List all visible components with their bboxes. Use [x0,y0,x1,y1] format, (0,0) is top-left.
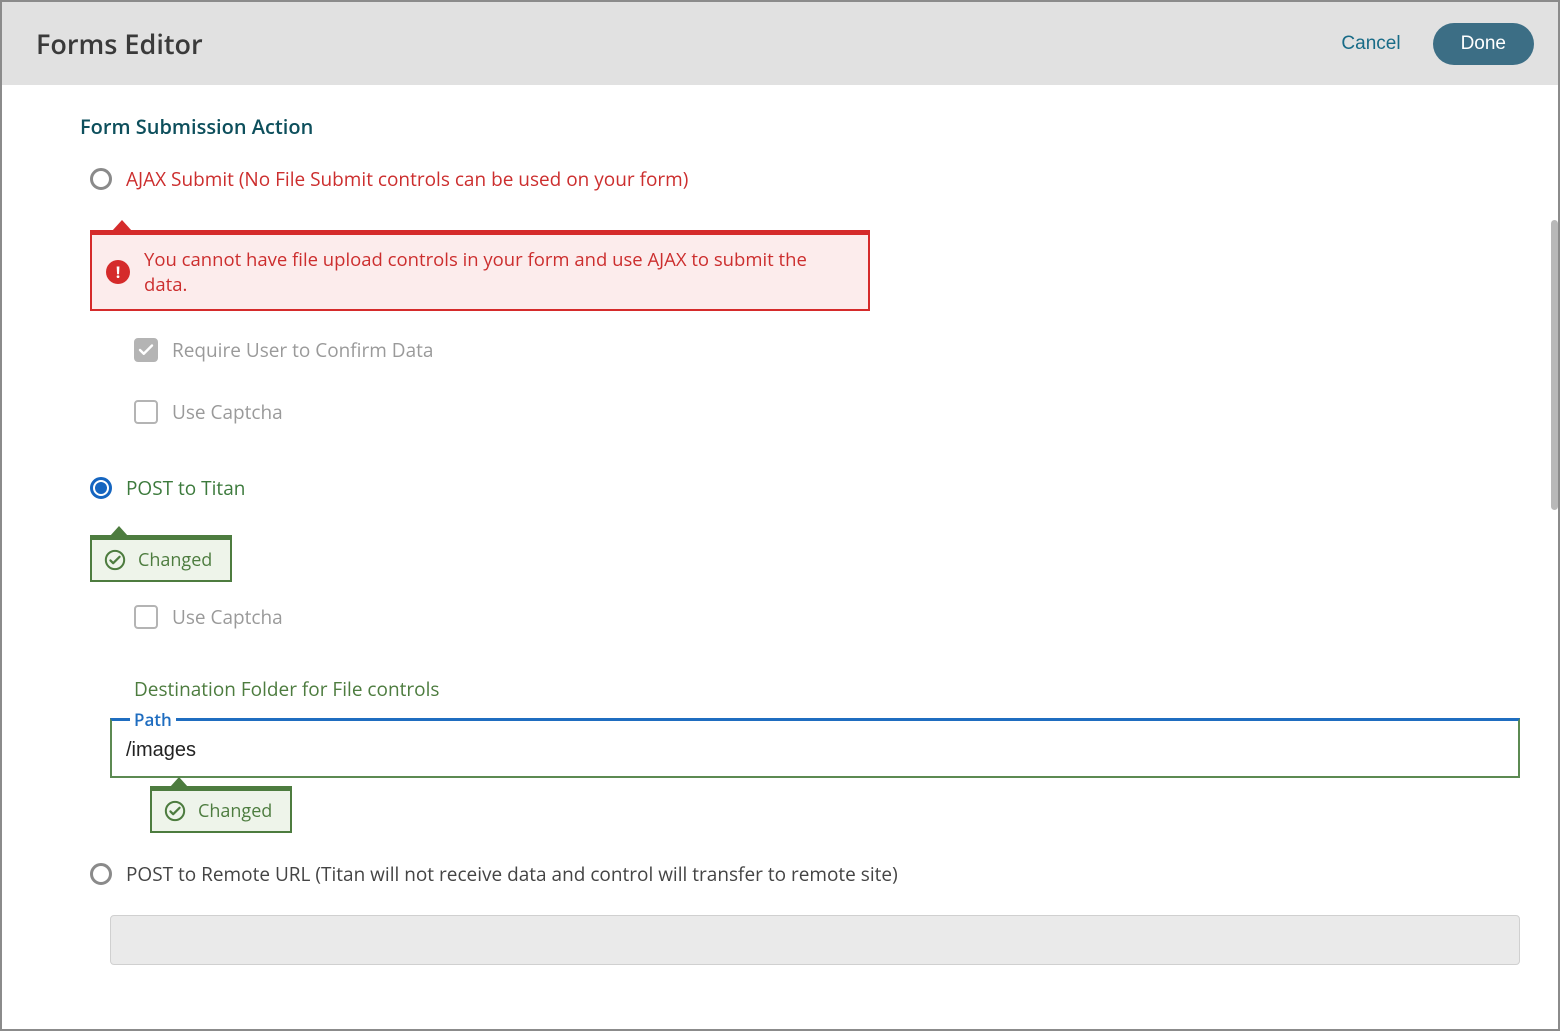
checkbox-label: Require User to Confirm Data [172,337,433,363]
checkbox-icon [134,400,158,424]
checkbox-titan-captcha[interactable]: Use Captcha [134,604,1480,630]
checkbox-ajax-captcha[interactable]: Use Captcha [134,399,1480,425]
checkbox-label: Use Captcha [172,399,283,425]
radio-post-titan[interactable]: POST to Titan [90,475,1480,501]
header-actions: Cancel Done [1341,23,1534,65]
radio-ajax-submit[interactable]: AJAX Submit (No File Submit controls can… [90,166,1480,192]
changed-badge-titan: Changed [90,535,232,582]
scrollbar-thumb[interactable] [1551,220,1558,510]
changed-badge-path: Changed [150,786,292,833]
radio-icon [90,168,112,190]
remote-url-input[interactable] [110,915,1520,965]
radio-label: AJAX Submit (No File Submit controls can… [126,166,688,192]
radio-label: POST to Remote URL (Titan will not recei… [126,861,898,887]
checkbox-icon [134,605,158,629]
error-tooltip: ! You cannot have file upload controls i… [90,230,870,311]
warning-icon: ! [106,260,130,284]
path-field: Path [110,708,1520,778]
content-area: Form Submission Action AJAX Submit (No F… [2,85,1558,1029]
checkbox-require-confirm[interactable]: Require User to Confirm Data [134,337,1480,363]
check-circle-icon [164,800,186,822]
radio-label: POST to Titan [126,475,245,501]
done-button[interactable]: Done [1433,23,1534,65]
section-title: Form Submission Action [80,113,1480,140]
check-circle-icon [104,549,126,571]
page-title: Forms Editor [36,25,203,62]
radio-icon [90,477,112,499]
radio-icon [90,863,112,885]
checkbox-label: Use Captcha [172,604,283,630]
changed-label: Changed [138,548,212,572]
changed-label: Changed [198,799,272,823]
destination-folder-label: Destination Folder for File controls [134,676,1480,702]
error-text: You cannot have file upload controls in … [144,247,848,297]
cancel-button[interactable]: Cancel [1341,33,1400,55]
header: Forms Editor Cancel Done [2,2,1558,85]
path-input[interactable] [112,731,1518,776]
path-legend: Path [130,708,176,731]
radio-post-remote[interactable]: POST to Remote URL (Titan will not recei… [90,861,1480,887]
checkbox-icon [134,338,158,362]
